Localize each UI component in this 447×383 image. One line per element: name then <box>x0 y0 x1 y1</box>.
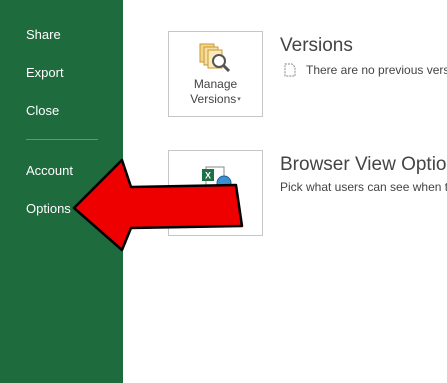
sidebar-divider <box>26 139 98 140</box>
manage-versions-button[interactable]: Manage Versions▾ <box>168 31 263 117</box>
versions-title: Versions <box>280 35 353 56</box>
sidebar-item-export[interactable]: Export <box>26 65 64 80</box>
manage-versions-icon <box>199 43 231 72</box>
browser-view-label-1: View <box>202 196 229 210</box>
document-icon <box>284 63 296 77</box>
svg-text:X: X <box>205 171 211 181</box>
manage-versions-label-2: Versions▾ <box>169 92 262 107</box>
sidebar-item-close[interactable]: Close <box>26 103 59 118</box>
manage-versions-label-text: Versions <box>190 92 237 106</box>
sidebar-item-account[interactable]: Account <box>26 163 73 178</box>
chevron-down-icon: ▾ <box>237 96 241 104</box>
excel-browser-view-icon: X <box>202 166 232 191</box>
manage-versions-label-1: Manage <box>193 77 238 91</box>
browser-view-options-button[interactable]: X View Options <box>168 150 263 236</box>
browser-view-description: Pick what users can see when th <box>280 180 447 194</box>
versions-description: There are no previous versi <box>306 63 447 77</box>
sidebar-item-options[interactable]: Options <box>26 201 71 216</box>
sidebar-item-share[interactable]: Share <box>26 27 61 42</box>
browser-view-label-2: Options <box>194 211 237 225</box>
browser-view-title: Browser View Option <box>280 154 447 175</box>
backstage-sidebar: Share Export Close Account Options <box>0 0 123 383</box>
